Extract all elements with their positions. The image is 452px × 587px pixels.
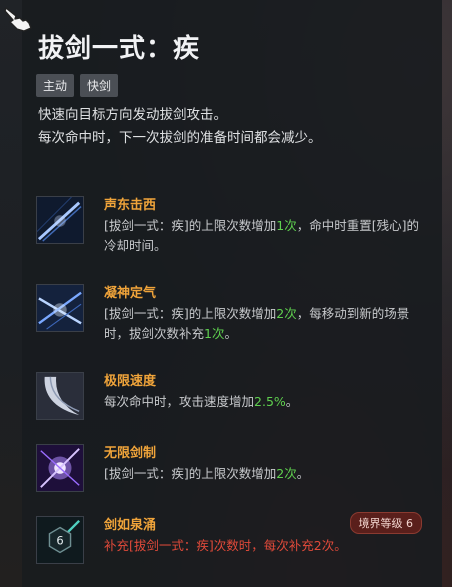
- talent-text-segment: 每次命中时，攻击速度增加: [104, 394, 255, 409]
- highlight-value: 1次: [276, 218, 297, 233]
- talent-text-segment: 补充[拔剑一式：疾]次数时，每次补充2次。: [104, 538, 347, 553]
- purple-burst-icon: [36, 444, 84, 492]
- talent-text-segment: 。: [224, 326, 237, 341]
- hexagon-sword-icon: 6: [36, 516, 84, 564]
- talent-name: 剑如泉涌: [104, 518, 157, 533]
- highlight-value: 2.5%: [254, 394, 286, 409]
- talent-text-segment: 。: [285, 394, 299, 409]
- talent-text-segment: [拔剑一式：疾]的上限次数增加: [104, 466, 277, 481]
- highlight-value: 2次: [276, 306, 297, 321]
- talent-name: 极限速度: [104, 374, 157, 389]
- tag-fast-sword: 快剑: [80, 74, 119, 97]
- highlight-value: 1次: [204, 326, 225, 341]
- pointer-hand-icon: [4, 7, 32, 32]
- talent-text-segment: [拔剑一式：疾]的上限次数增加: [104, 218, 277, 233]
- talent-name: 无限剑制: [104, 446, 157, 461]
- description-line-2: 每次命中时，下一次拔剑的准备时间都会减少。: [38, 130, 322, 146]
- talent-text-segment: 。: [296, 466, 310, 481]
- realm-level-badge: 境界等级 6: [349, 512, 422, 534]
- icon-level-number: 6: [56, 533, 63, 547]
- skill-title: 拔剑一式：疾: [38, 34, 201, 64]
- double-slash-icon: [36, 284, 84, 332]
- talent-name: 凝神定气: [104, 286, 157, 301]
- skill-description: 快速向目标方向发动拔剑攻击。 每次命中时，下一次拔剑的准备时间都会减少。: [38, 104, 438, 150]
- talent-name: 声东击西: [104, 198, 157, 213]
- crescent-blade-icon: [36, 372, 84, 420]
- talent-text: 补充[拔剑一式：疾]次数时，每次补充2次。: [104, 536, 426, 556]
- highlight-value: 2次: [276, 466, 297, 481]
- talent-text: 每次命中时，攻击速度增加2.5%。: [104, 392, 426, 412]
- tag-active: 主动: [36, 74, 75, 97]
- talent-text-segment: [拔剑一式：疾]的上限次数增加: [104, 306, 277, 321]
- description-line-1: 快速向目标方向发动拔剑攻击。: [38, 107, 227, 123]
- talent-text: [拔剑一式：疾]的上限次数增加2次。: [104, 464, 426, 484]
- sword-slash-icon: [36, 196, 84, 244]
- talent-text: [拔剑一式：疾]的上限次数增加1次，命中时重置[残心]的冷却时间。: [104, 216, 426, 256]
- skill-tags: 主动 快剑: [36, 74, 119, 97]
- talent-text: [拔剑一式：疾]的上限次数增加2次，每移动到新的场景时，拔剑次数补充1次。: [104, 304, 426, 344]
